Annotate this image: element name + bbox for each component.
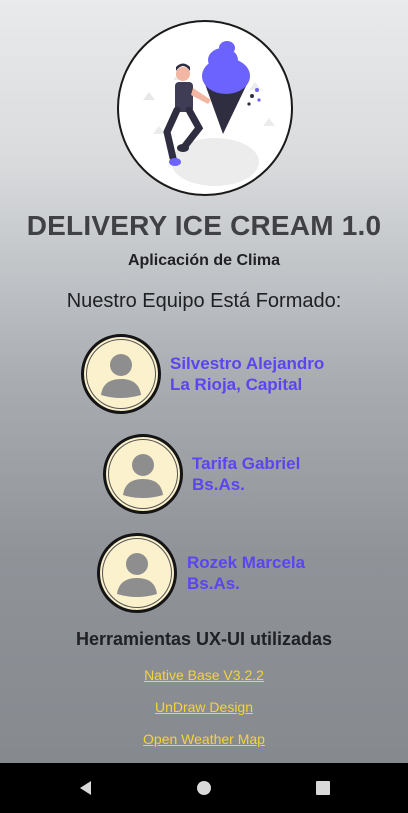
app-title: DELIVERY ICE CREAM 1.0: [26, 210, 382, 241]
team-member-card: Rozek Marcela Bs.As.: [97, 533, 327, 613]
user-avatar-icon: [81, 334, 161, 414]
tools-heading: Herramientas UX-UI utilizadas: [75, 629, 333, 649]
user-avatar-icon: [103, 434, 183, 514]
link-undraw-design[interactable]: UnDraw Design: [0, 699, 408, 715]
member-location: Bs.As.: [192, 475, 245, 494]
team-member-card: Silvestro Alejandro La Rioja, Capital: [81, 334, 341, 414]
app-subtitle: Aplicación de Clima: [127, 252, 281, 269]
member-info: Tarifa Gabriel Bs.As.: [192, 453, 300, 495]
member-name: Tarifa Gabriel: [192, 454, 301, 473]
link-native-base[interactable]: Native Base V3.2.2: [0, 667, 408, 683]
user-avatar-icon: [97, 533, 177, 613]
home-icon[interactable]: [194, 778, 214, 798]
system-navigation-bar: [0, 763, 408, 813]
hero-illustration: [117, 20, 293, 196]
team-heading: Nuestro Equipo Está Formado:: [66, 290, 342, 312]
member-name: Rozek Marcela: [187, 553, 306, 572]
member-name: Silvestro Alejandro: [170, 354, 325, 373]
member-location: Bs.As.: [187, 574, 240, 593]
member-info: Rozek Marcela Bs.As.: [187, 552, 305, 594]
team-member-card: Tarifa Gabriel Bs.As.: [103, 434, 323, 514]
member-info: Silvestro Alejandro La Rioja, Capital: [170, 353, 324, 395]
recents-icon[interactable]: [313, 778, 333, 798]
member-location: La Rioja, Capital: [170, 375, 303, 394]
ice-cream-person-illustration: [143, 41, 275, 186]
link-open-weather-map[interactable]: Open Weather Map: [0, 731, 408, 747]
back-icon[interactable]: [76, 778, 96, 798]
